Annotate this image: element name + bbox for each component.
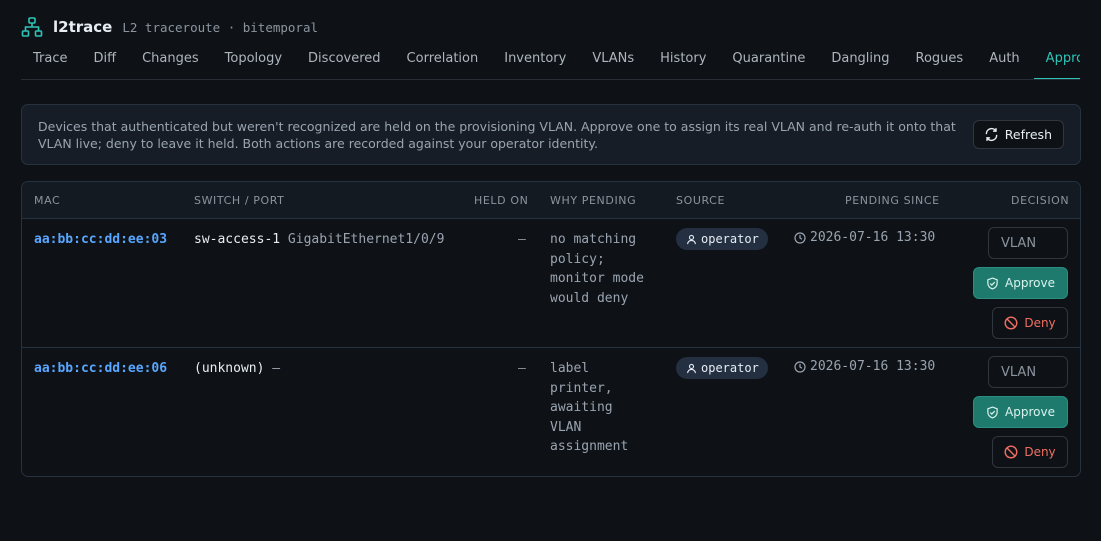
why-line: printer, — [550, 380, 613, 396]
tab-changes[interactable]: Changes — [130, 44, 213, 79]
tab-bar: Trace Diff Changes Topology Discovered Correl… — [21, 44, 1080, 80]
switch-name: sw-access-1 — [194, 232, 281, 247]
tab-inventory[interactable]: Inventory — [492, 44, 580, 79]
header-pending-since: PENDING SINCE — [845, 194, 940, 207]
info-banner: Devices that authenticated but weren't r… — [21, 104, 1081, 165]
approve-label: Approve — [1005, 405, 1055, 419]
pending-since: 2026-07-16 13:30 — [794, 230, 935, 245]
tab-discovered[interactable]: Discovered — [296, 44, 395, 79]
pending-since: 2026-07-16 13:30 — [794, 359, 935, 374]
vlan-input[interactable] — [988, 227, 1068, 259]
refresh-icon — [985, 127, 998, 142]
deny-button[interactable]: Deny — [992, 436, 1068, 468]
refresh-button[interactable]: Refresh — [972, 120, 1064, 149]
tab-quarantine[interactable]: Quarantine — [720, 44, 819, 79]
deny-label: Deny — [1024, 316, 1056, 330]
port-name: GigabitEthernet1/0/9 — [287, 232, 445, 247]
pending-since-value: 2026-07-16 13:30 — [810, 359, 936, 374]
header-mac: MAC — [34, 194, 61, 207]
tab-approvals[interactable]: Approvals — [1033, 44, 1080, 79]
tab-topology[interactable]: Topology — [213, 44, 296, 79]
header-source: SOURCE — [676, 194, 726, 207]
approve-button[interactable]: Approve — [973, 267, 1068, 299]
source-badge: operator — [676, 228, 768, 250]
tab-auth[interactable]: Auth — [977, 44, 1033, 79]
tab-rogues[interactable]: Rogues — [904, 44, 978, 79]
port-name: — — [272, 361, 281, 376]
why-line: VLAN — [550, 419, 582, 435]
tab-diff[interactable]: Diff — [82, 44, 131, 79]
why-pending: no matching policy; monitor mode would d… — [550, 230, 660, 308]
source-badge: operator — [676, 357, 768, 379]
app-subtitle: L2 traceroute · bitemporal — [122, 19, 319, 35]
tab-trace[interactable]: Trace — [21, 44, 82, 79]
clock-icon — [794, 231, 806, 244]
pending-since-value: 2026-07-16 13:30 — [810, 230, 936, 245]
vlan-input[interactable] — [988, 356, 1068, 388]
why-line: policy; — [550, 251, 605, 267]
switch-port: (unknown) — — [194, 359, 280, 379]
info-text: Devices that authenticated but weren't r… — [38, 119, 956, 151]
tab-vlans[interactable]: VLANs — [580, 44, 648, 79]
approve-button[interactable]: Approve — [973, 396, 1068, 428]
clock-icon — [794, 360, 806, 373]
source-label: operator — [701, 232, 759, 246]
tab-history[interactable]: History — [648, 44, 720, 79]
network-tree-icon — [21, 17, 43, 37]
approvals-table: MAC SWITCH / PORT HELD ON WHY PENDING SO… — [21, 181, 1081, 477]
held-on: — — [518, 232, 526, 247]
table-header: MAC SWITCH / PORT HELD ON WHY PENDING SO… — [22, 182, 1080, 219]
table-row: aa:bb:cc:dd:ee:06 (unknown) — — label pr… — [22, 348, 1080, 476]
app-name: l2trace — [53, 18, 113, 36]
why-line: awaiting — [550, 400, 613, 415]
user-icon — [687, 363, 696, 373]
ban-icon — [1004, 445, 1018, 459]
shield-check-icon — [987, 276, 998, 290]
mac-link[interactable]: aa:bb:cc:dd:ee:06 — [34, 359, 167, 379]
why-line: label — [550, 361, 590, 376]
mac-link[interactable]: aa:bb:cc:dd:ee:03 — [34, 230, 167, 250]
approve-label: Approve — [1005, 276, 1055, 290]
why-pending: label printer, awaiting VLAN assignment — [550, 359, 660, 457]
why-line: assignment — [550, 439, 629, 454]
deny-label: Deny — [1024, 445, 1056, 459]
header-switch-port: SWITCH / PORT — [194, 194, 285, 207]
switch-port: sw-access-1 GigabitEthernet1/0/9 — [194, 230, 444, 250]
tab-correlation[interactable]: Correlation — [395, 44, 493, 79]
switch-name: (unknown) — [194, 361, 265, 376]
header-held-on: HELD ON — [474, 194, 529, 207]
refresh-label: Refresh — [1004, 127, 1052, 142]
shield-check-icon — [987, 405, 998, 419]
ban-icon — [1004, 316, 1018, 330]
header-decision: DECISION — [1011, 194, 1070, 207]
why-line: monitor mode — [550, 271, 644, 286]
tab-dangling[interactable]: Dangling — [819, 44, 903, 79]
source-label: operator — [701, 361, 759, 375]
held-on: — — [518, 361, 526, 376]
why-line: would deny — [550, 290, 629, 306]
deny-button[interactable]: Deny — [992, 307, 1068, 339]
app-header: l2trace L2 traceroute · bitemporal — [21, 14, 318, 40]
header-why-pending: WHY PENDING — [550, 194, 637, 207]
user-icon — [687, 234, 696, 244]
why-line: no matching — [550, 232, 637, 247]
table-row: aa:bb:cc:dd:ee:03 sw-access-1 GigabitEth… — [22, 219, 1080, 348]
